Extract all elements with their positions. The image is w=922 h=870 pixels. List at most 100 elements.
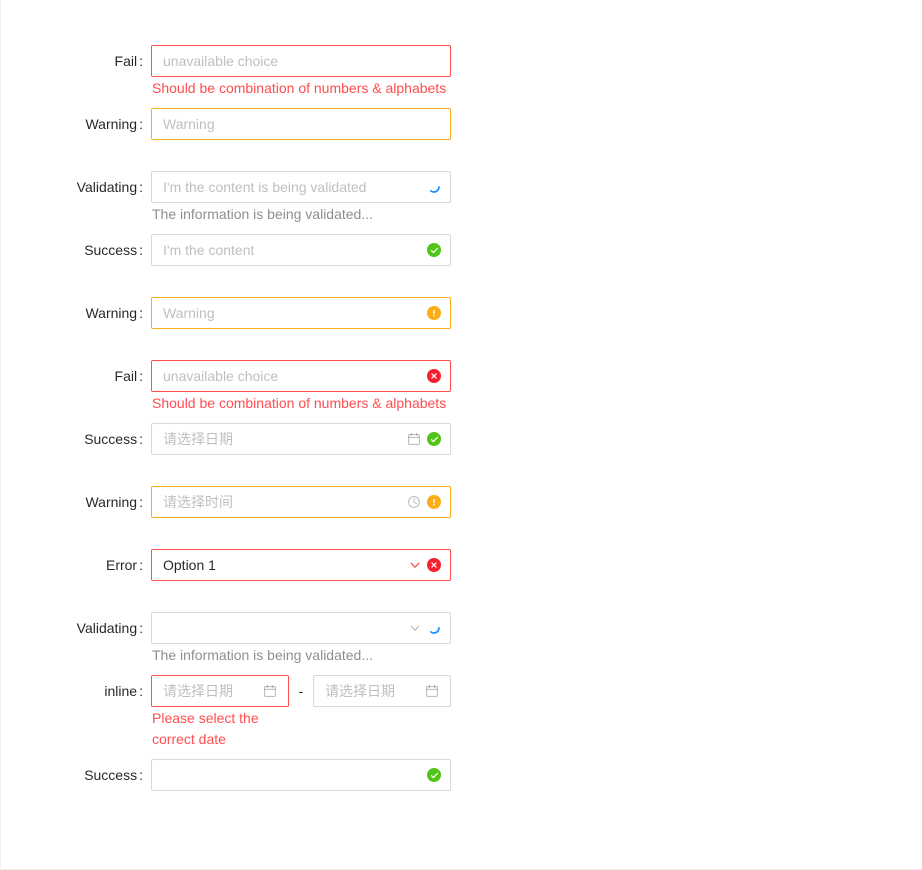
input-placeholder: 请选择日期 xyxy=(325,683,395,699)
input-placeholder: 请选择日期 xyxy=(163,431,233,447)
exclamation-circle-icon xyxy=(427,495,441,509)
label-colon: : xyxy=(139,620,143,636)
label-colon: : xyxy=(139,179,143,195)
input-placeholder: I'm the content xyxy=(163,242,255,258)
form-control-warning-plain: Warning xyxy=(151,108,451,140)
success-empty-input[interactable] xyxy=(151,759,451,791)
range-end-date-picker[interactable]: 请选择日期 xyxy=(313,675,451,707)
input-suffix xyxy=(407,487,441,517)
input-placeholder: Warning xyxy=(163,305,215,321)
form-label-success-empty: Success: xyxy=(1,759,143,791)
form-label-success-datepicker: Success: xyxy=(1,423,143,455)
label-text: inline xyxy=(104,683,138,699)
form-validation-page: Fail: unavailable choice Should be combi… xyxy=(0,0,922,870)
label-text: Validating xyxy=(76,179,138,195)
form-control-validating-select: The information is being validated... xyxy=(151,612,451,666)
label-colon: : xyxy=(139,116,143,132)
label-colon: : xyxy=(139,557,143,573)
validating-select[interactable] xyxy=(151,612,451,644)
clock-icon xyxy=(407,495,421,509)
form-control-fail-icon: unavailable choice Should be combination… xyxy=(151,360,451,414)
form-control-warning-timepicker: 请选择时间 xyxy=(151,486,451,518)
label-colon: : xyxy=(139,767,143,783)
calendar-icon xyxy=(263,684,277,698)
calendar-icon xyxy=(425,684,439,698)
error-select[interactable]: Option 1 xyxy=(151,549,451,581)
form-control-success-input: I'm the content xyxy=(151,234,451,266)
form-label-fail-plain: Fail: xyxy=(1,45,143,77)
input-suffix xyxy=(409,613,441,643)
input-placeholder: unavailable choice xyxy=(163,53,279,69)
chevron-down-icon[interactable] xyxy=(409,559,421,571)
label-colon: : xyxy=(139,242,143,258)
success-date-picker[interactable]: 请选择日期 xyxy=(151,423,451,455)
label-colon: : xyxy=(139,368,143,384)
check-circle-icon xyxy=(427,243,441,257)
validating-select-help-text: The information is being validated... xyxy=(152,647,374,663)
warning-text-input[interactable]: Warning xyxy=(151,108,451,140)
range-separator: - xyxy=(298,683,304,699)
input-placeholder: 请选择日期 xyxy=(163,683,233,699)
form-control-success-datepicker: 请选择日期 xyxy=(151,423,451,455)
form-label-warning-timepicker: Warning: xyxy=(1,486,143,518)
label-text: Success xyxy=(84,431,138,447)
help-line-1: Please select the xyxy=(152,710,259,726)
label-colon: : xyxy=(139,431,143,447)
label-text: Success xyxy=(84,242,138,258)
loading-spinner-icon xyxy=(427,621,441,635)
label-text: Fail xyxy=(114,368,138,384)
input-suffix xyxy=(427,235,441,265)
fail-help-text: Should be combination of numbers & alpha… xyxy=(152,80,447,96)
form-label-warning-plain: Warning: xyxy=(1,108,143,140)
form-label-warning-icon: Warning: xyxy=(1,297,143,329)
label-text: Success xyxy=(84,767,138,783)
inline-range-wrapper: 请选择日期 - 请选择日期 xyxy=(151,675,451,707)
form-label-error-select: Error: xyxy=(1,549,143,581)
input-suffix xyxy=(409,550,441,580)
input-placeholder: 请选择时间 xyxy=(163,494,233,510)
label-colon: : xyxy=(139,53,143,69)
exclamation-circle-icon xyxy=(427,306,441,320)
input-suffix xyxy=(427,760,441,790)
input-suffix xyxy=(407,424,441,454)
label-text: Warning xyxy=(85,494,138,510)
input-placeholder: Warning xyxy=(163,116,215,132)
fail-icon-text-input[interactable]: unavailable choice xyxy=(151,360,451,392)
inline-range-help-text: Please select the correct date xyxy=(151,708,272,750)
form-label-inline-range: inline: xyxy=(1,675,143,707)
warning-time-picker[interactable]: 请选择时间 xyxy=(151,486,451,518)
range-start-date-picker[interactable]: 请选择日期 xyxy=(151,675,289,707)
input-placeholder: I'm the content is being validated xyxy=(163,179,367,195)
close-circle-icon xyxy=(427,369,441,383)
validating-help-text: The information is being validated... xyxy=(152,206,374,222)
fail-icon-help-text: Should be combination of numbers & alpha… xyxy=(152,395,447,411)
input-suffix xyxy=(427,298,441,328)
loading-spinner-icon xyxy=(427,180,441,194)
close-circle-icon xyxy=(427,558,441,572)
label-text: Error xyxy=(105,557,138,573)
form-control-error-select: Option 1 xyxy=(151,549,451,581)
form-control-fail-plain: unavailable choice Should be combination… xyxy=(151,45,451,99)
input-placeholder: unavailable choice xyxy=(163,368,279,384)
check-circle-icon xyxy=(427,768,441,782)
help-line-2: correct date xyxy=(152,731,226,747)
label-text: Warning xyxy=(85,305,138,321)
label-text: Warning xyxy=(85,116,138,132)
input-suffix xyxy=(427,361,441,391)
label-text: Validating xyxy=(76,620,138,636)
select-value: Option 1 xyxy=(163,557,216,573)
label-text: Fail xyxy=(114,53,138,69)
form-label-success-input: Success: xyxy=(1,234,143,266)
label-colon: : xyxy=(139,683,143,699)
label-colon: : xyxy=(139,305,143,321)
form-label-validating-input: Validating: xyxy=(1,171,143,203)
form-control-warning-icon: Warning xyxy=(151,297,451,329)
success-text-input[interactable]: I'm the content xyxy=(151,234,451,266)
label-colon: : xyxy=(139,494,143,510)
form-control-inline-range: 请选择日期 - 请选择日期 Please select the correct … xyxy=(151,675,451,750)
warning-icon-text-input[interactable]: Warning xyxy=(151,297,451,329)
chevron-down-icon[interactable] xyxy=(409,622,421,634)
fail-text-input[interactable]: unavailable choice xyxy=(151,45,451,77)
check-circle-icon xyxy=(427,432,441,446)
validating-text-input[interactable]: I'm the content is being validated xyxy=(151,171,451,203)
